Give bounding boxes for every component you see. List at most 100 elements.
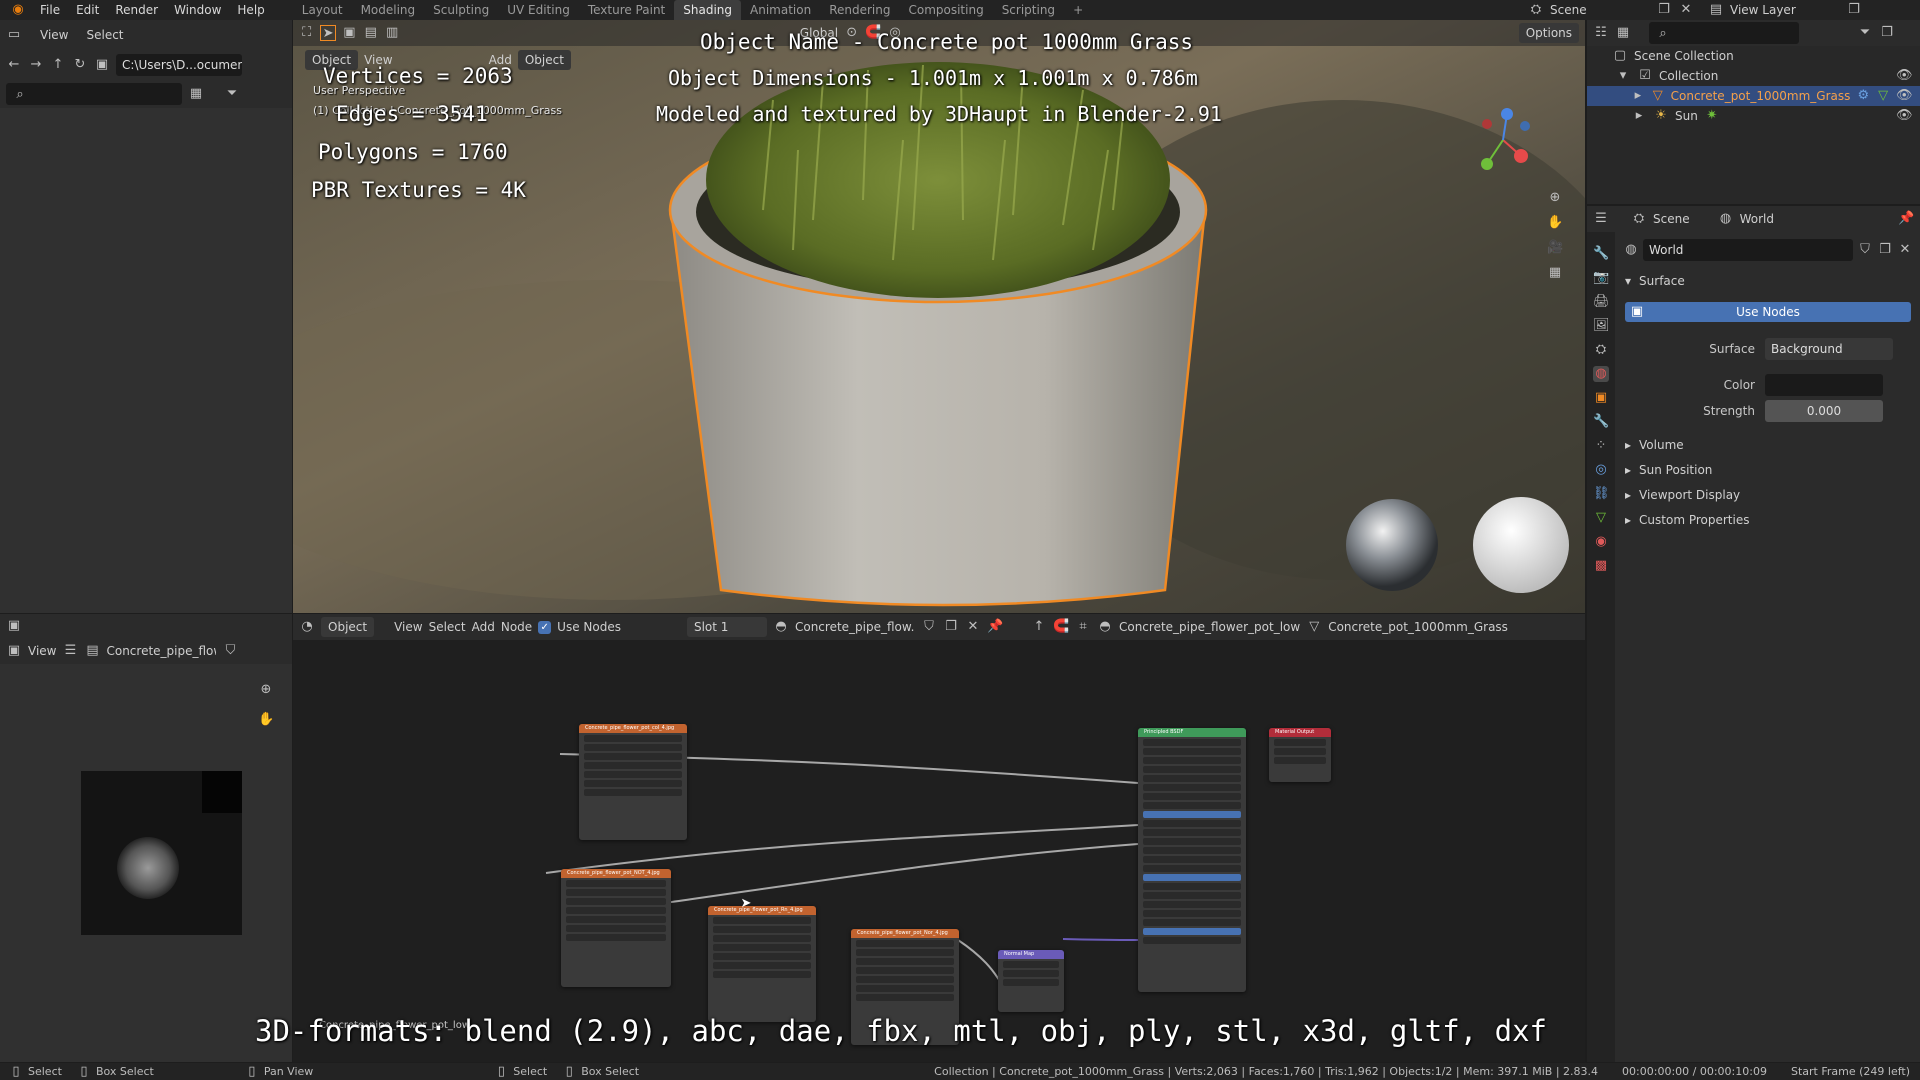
outliner-filter-icon[interactable]: ⏷ (1857, 25, 1873, 41)
visibility-eye-icon[interactable]: 👁 (1896, 108, 1913, 124)
image-pan-hand-icon[interactable]: ✋ (258, 712, 274, 728)
world-strength-field[interactable]: 0.000 (1765, 400, 1883, 422)
outliner-row-scene-collection[interactable]: ▢ Scene Collection (1587, 46, 1920, 66)
node-editor-type-icon[interactable]: ◔ (299, 619, 315, 635)
surface-shader-dropdown[interactable]: Background (1765, 338, 1893, 360)
new-folder-icon[interactable]: ▣ (94, 57, 110, 73)
output-tab-icon[interactable]: 🖨 (1593, 294, 1610, 310)
image-editor-type-icon[interactable]: ▣ (6, 618, 22, 634)
tool-tab-icon[interactable]: 🔧 (1593, 246, 1609, 262)
tab-animation[interactable]: Animation (741, 0, 820, 20)
file-search-input[interactable]: ⌕ (6, 83, 182, 105)
tab-layout[interactable]: Layout (293, 0, 352, 20)
expand-arrow-icon[interactable]: ▸ (1631, 88, 1645, 104)
image-texture-node-normal[interactable]: Concrete_pipe_flower_pot_NOT_4.jpg (561, 869, 671, 987)
outliner-row-sun[interactable]: ▸ ☀ Sun ✷ 👁 (1587, 106, 1920, 126)
render-tab-icon[interactable]: 📷 (1593, 270, 1609, 286)
back-arrow-icon[interactable]: ← (6, 57, 22, 73)
image-mode-icon[interactable]: ▣ (6, 643, 22, 659)
normal-map-node[interactable]: Normal Map (998, 950, 1064, 1012)
3d-viewport[interactable]: ⛶ ➤ ▣ ▤ ▥ Global ⊙ 🧲 ◎ Options Object Vi… (293, 20, 1585, 613)
view-layer-name[interactable]: View Layer (1730, 3, 1840, 17)
hamburger-menu-icon[interactable]: ☰ (62, 643, 78, 659)
parent-dir-icon[interactable]: ↑ (50, 57, 66, 73)
snap-node-icon[interactable]: 🧲 (1053, 619, 1069, 635)
display-mode-icon[interactable]: ▦ (188, 86, 204, 102)
menu-file[interactable]: File (32, 0, 68, 20)
image-texture-node-roughness[interactable]: Concrete_pipe_flower_pot_Rn_4.jpg (708, 906, 816, 1022)
select-tool-icon[interactable]: ➤ (320, 25, 336, 41)
menu-edit[interactable]: Edit (68, 0, 107, 20)
slot-dropdown[interactable]: Slot 1 (686, 617, 767, 637)
node-node-menu[interactable]: Node (501, 620, 532, 634)
image-texture-node-color[interactable]: Concrete_pipe_flower_pot_col_4.jpg (579, 724, 687, 840)
surface-section-header[interactable]: ▾ Surface (1615, 268, 1920, 293)
visibility-eye-icon[interactable]: 👁 (1896, 88, 1913, 104)
custom-properties-section-header[interactable]: ▸ Custom Properties (1615, 507, 1920, 532)
breadcrumb-material[interactable]: Concrete_pipe_flower_pot_low (1119, 620, 1300, 634)
select-box-mode-icon[interactable]: ▣ (342, 25, 357, 41)
tab-rendering[interactable]: Rendering (820, 0, 899, 20)
blender-logo-icon[interactable]: ◉ (10, 2, 26, 18)
outliner-row-collection[interactable]: ▾ ☑ Collection 👁 (1587, 66, 1920, 86)
pin-icon[interactable]: 📌 (1898, 211, 1914, 227)
shader-node-editor[interactable]: ◔ Object View Select Add Node ✓ Use Node… (255, 614, 1585, 1062)
viewport-display-section-header[interactable]: ▸ Viewport Display (1615, 482, 1920, 507)
scene-tab-icon[interactable]: ⛭ (1593, 342, 1609, 358)
world-copy-icon[interactable]: ❐ (1877, 242, 1893, 258)
material-tab-icon[interactable]: ◉ (1593, 534, 1609, 550)
outliner-display-mode-icon[interactable]: ▦ (1615, 25, 1631, 41)
use-nodes-checkbox[interactable]: ✓ (538, 620, 552, 634)
tab-texture-paint[interactable]: Texture Paint (579, 0, 674, 20)
tab-uv-editing[interactable]: UV Editing (498, 0, 579, 20)
new-collection-icon[interactable]: ❐ (1879, 25, 1895, 41)
directory-path-field[interactable]: C:\Users\D...ocuments\ (116, 54, 242, 76)
expand-arrow-icon[interactable]: ▸ (1631, 108, 1647, 124)
viewport-editor-type-icon[interactable]: ⛶ (299, 25, 314, 41)
forward-arrow-icon[interactable]: → (28, 57, 44, 73)
select-subtract-icon[interactable]: ▥ (384, 25, 399, 41)
properties-editor-type-icon[interactable]: ☰ (1593, 211, 1609, 227)
editor-type-icon[interactable]: ▭ (6, 27, 22, 43)
node-snap-target-icon[interactable]: ⌗ (1075, 619, 1091, 635)
world-name-field[interactable]: World (1643, 239, 1853, 261)
visibility-eye-icon[interactable]: 👁 (1896, 68, 1913, 84)
node-view-menu[interactable]: View (394, 620, 422, 634)
node-object-dropdown[interactable]: Object (321, 617, 375, 637)
remove-scene-icon[interactable]: ✕ (1678, 2, 1694, 18)
object-tab-icon[interactable]: ▣ (1593, 390, 1609, 406)
refresh-icon[interactable]: ↻ (72, 57, 88, 73)
new-scene-icon[interactable]: ❐ (1656, 2, 1672, 18)
select-extend-icon[interactable]: ▤ (363, 25, 378, 41)
options-dropdown[interactable]: Options (1518, 23, 1580, 43)
menu-help[interactable]: Help (229, 0, 272, 20)
fake-user-shield-icon[interactable]: ⛉ (222, 643, 238, 659)
pin-icon[interactable]: 📌 (987, 619, 1003, 635)
texture-tab-icon[interactable]: ▩ (1593, 558, 1609, 574)
world-browse-icon[interactable]: ◍ (1623, 242, 1639, 258)
material-name-field[interactable]: Concrete_pipe_flow... (795, 620, 915, 634)
scene-name[interactable]: Scene (1550, 3, 1650, 17)
material-unlink-icon[interactable]: ✕ (965, 619, 981, 635)
world-unlink-icon[interactable]: ✕ (1897, 242, 1913, 258)
image-canvas[interactable]: ⊕ ✋ (0, 664, 292, 1062)
image-view-menu[interactable]: View (28, 644, 56, 658)
node-add-menu[interactable]: Add (472, 620, 495, 634)
image-browse-icon[interactable]: ▤ (84, 643, 100, 659)
world-tab-icon[interactable]: ◍ (1593, 366, 1609, 382)
file-list-area[interactable] (0, 108, 292, 613)
viewport-object-menu[interactable]: Object (517, 50, 571, 70)
view-layer-tab-icon[interactable]: 🖼 (1593, 318, 1610, 334)
image-name-field[interactable]: Concrete_pipe_flow... (106, 644, 216, 658)
volume-section-header[interactable]: ▸ Volume (1615, 432, 1920, 457)
modifier-tab-icon[interactable]: 🔧 (1593, 414, 1609, 430)
image-zoom-icon[interactable]: ⊕ (258, 682, 274, 698)
pan-hand-icon[interactable]: ✋ (1547, 215, 1563, 231)
world-color-swatch[interactable] (1765, 374, 1883, 396)
navigation-gizmo[interactable] (1463, 100, 1543, 180)
expand-arrow-icon[interactable]: ▾ (1615, 68, 1631, 84)
tab-compositing[interactable]: Compositing (899, 0, 992, 20)
data-tab-icon[interactable]: ▽ (1593, 510, 1609, 526)
sun-position-section-header[interactable]: ▸ Sun Position (1615, 457, 1920, 482)
scene-selector[interactable]: ⛭ Scene ❐ ✕ ▤ View Layer ❐ (1528, 0, 1862, 20)
